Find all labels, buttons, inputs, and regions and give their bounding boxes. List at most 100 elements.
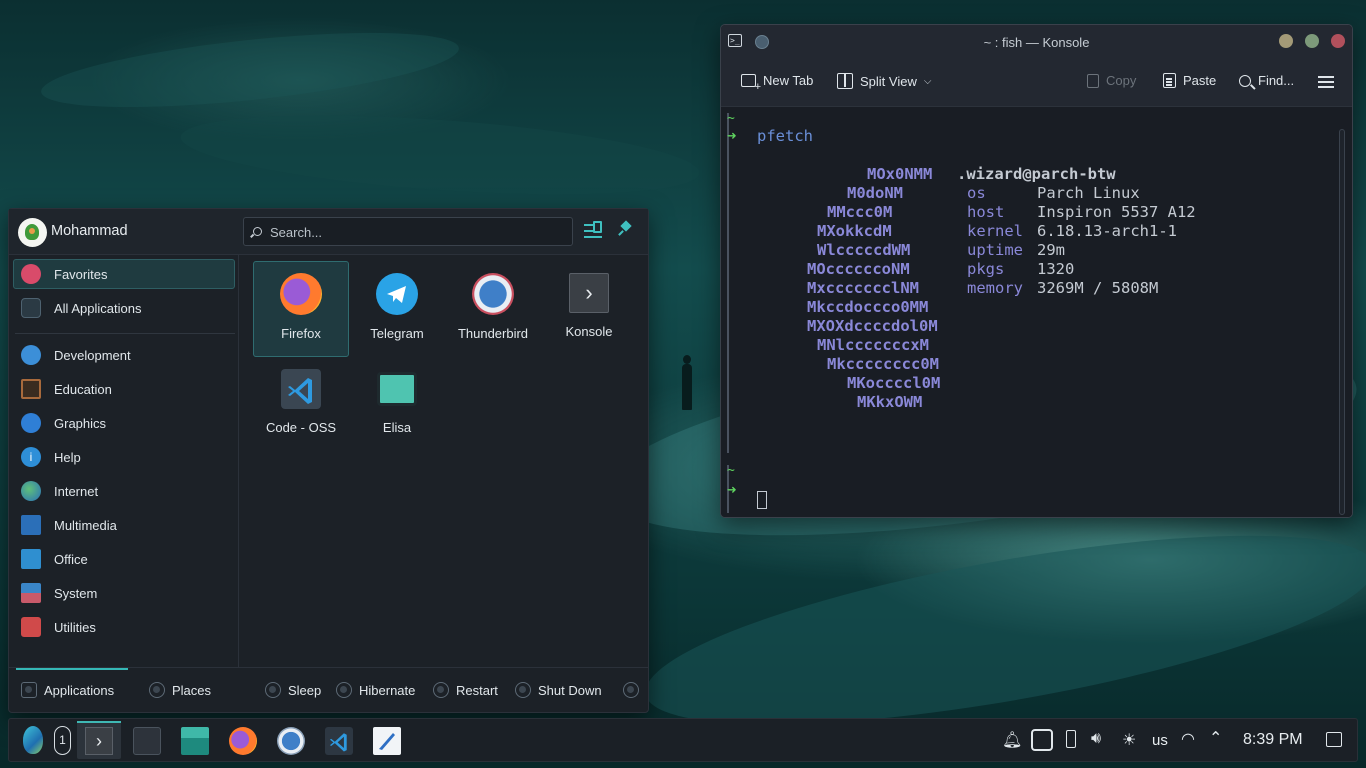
title-bar[interactable]: >_ ~ : fish — Konsole: [721, 25, 1352, 59]
info-value: 3269M / 5808M: [1037, 279, 1159, 297]
configure-icon[interactable]: [584, 221, 602, 233]
split-view-label: Split View: [860, 73, 917, 89]
task-code-oss[interactable]: [317, 721, 361, 759]
split-view-button[interactable]: Split View ⌵: [837, 73, 931, 89]
app-telegram[interactable]: Telegram: [349, 261, 445, 357]
tab-applications[interactable]: Applications: [21, 682, 114, 698]
konsole-window[interactable]: >_ ~ : fish — Konsole New Tab Split View…: [720, 24, 1353, 518]
show-desktop-icon[interactable]: [1326, 732, 1342, 747]
logo-line: MMccc0M: [827, 203, 893, 221]
task-writer[interactable]: [365, 721, 409, 759]
konsole-icon: ›: [85, 727, 113, 755]
task-files[interactable]: [173, 721, 217, 759]
palette-icon: [21, 413, 41, 433]
logo-line: WlcccccdWM: [817, 241, 911, 259]
firefox-icon: [280, 273, 322, 315]
copy-icon: [1087, 73, 1099, 88]
volume-icon[interactable]: 🔊︎: [1091, 730, 1101, 748]
copy-button[interactable]: Copy: [1087, 73, 1136, 88]
category-all-applications[interactable]: All Applications: [13, 293, 235, 323]
category-label: Multimedia: [54, 517, 117, 533]
category-label: Development: [54, 347, 131, 363]
notifications-icon[interactable]: 🔔︎: [1002, 730, 1022, 750]
category-internet[interactable]: Internet: [13, 476, 235, 506]
category-help[interactable]: i Help: [13, 442, 235, 472]
avatar[interactable]: [18, 218, 47, 247]
chalkboard-icon: [21, 379, 41, 399]
search-input[interactable]: [270, 223, 560, 241]
keyboard-layout[interactable]: us: [1152, 732, 1168, 749]
launcher-footer: Applications Places Sleep Hibernate Rest…: [9, 667, 648, 712]
info-label: uptime: [967, 241, 1023, 259]
restart-icon: [433, 682, 449, 698]
task-thunderbird[interactable]: [269, 721, 313, 759]
sleep-button[interactable]: Sleep: [265, 682, 321, 698]
find-button[interactable]: Find...: [1239, 73, 1294, 88]
app-thunderbird[interactable]: Thunderbird: [445, 261, 541, 357]
brightness-icon[interactable]: ☀: [1122, 730, 1136, 750]
app-elisa[interactable]: Elisa: [349, 357, 445, 453]
scrollbar[interactable]: [1339, 129, 1345, 515]
app-tray-icon[interactable]: [1031, 729, 1053, 751]
paste-button[interactable]: Paste: [1163, 73, 1216, 88]
logo-line: MxccccccclNM: [807, 279, 919, 297]
restart-button[interactable]: Restart: [433, 682, 498, 698]
restart-label: Restart: [456, 682, 498, 698]
app-label: Telegram: [370, 326, 424, 341]
prompt-dir: ~: [727, 111, 735, 126]
app-label: Code - OSS: [265, 420, 337, 435]
close-button[interactable]: [1331, 34, 1345, 48]
task-konsole[interactable]: ›: [77, 721, 121, 759]
writer-glyph: [379, 733, 395, 750]
category-label: Graphics: [54, 415, 107, 431]
user-host: .wizard@parch-btw: [957, 165, 1116, 183]
shutdown-button[interactable]: Shut Down: [515, 682, 602, 698]
toolbox-icon: [21, 617, 41, 637]
prompt-arrow: ➜: [727, 481, 737, 499]
hibernate-button[interactable]: Hibernate: [336, 682, 415, 698]
app-konsole[interactable]: › Konsole: [541, 261, 637, 357]
new-tab-button[interactable]: New Tab: [741, 73, 813, 93]
document-icon: [21, 549, 41, 569]
paste-icon: [1163, 73, 1176, 88]
divider: [15, 333, 235, 334]
new-tab-icon: [741, 74, 761, 93]
tab-places[interactable]: Places: [149, 682, 211, 698]
category-label: Help: [54, 449, 81, 465]
category-favorites[interactable]: Favorites: [13, 259, 235, 289]
category-multimedia[interactable]: Multimedia: [13, 510, 235, 540]
category-utilities[interactable]: Utilities: [13, 612, 235, 642]
task-firefox[interactable]: [221, 721, 265, 759]
thunderbird-icon: [472, 273, 514, 315]
logo-line: M0doNM: [847, 184, 903, 202]
wifi-icon[interactable]: ◠: [1181, 729, 1195, 749]
media-icon: [21, 515, 41, 535]
maximize-button[interactable]: [1305, 34, 1319, 48]
battery-icon[interactable]: [1066, 730, 1076, 748]
task-settings[interactable]: [125, 721, 169, 759]
category-development[interactable]: Development: [13, 340, 235, 370]
chevron-up-icon[interactable]: ⌃: [1209, 728, 1222, 748]
category-system[interactable]: System: [13, 578, 235, 608]
find-label: Find...: [1258, 73, 1295, 88]
leave-button[interactable]: [623, 682, 639, 698]
info-value: Parch Linux: [1037, 184, 1140, 202]
info-label: kernel: [967, 222, 1023, 240]
app-code-oss[interactable]: Code - OSS: [253, 357, 349, 453]
category-education[interactable]: Education: [13, 374, 235, 404]
search-field[interactable]: [243, 217, 573, 246]
logo-line: MOx0NMM: [867, 165, 933, 183]
clock[interactable]: 8:39 PM: [1243, 731, 1303, 749]
taskbar: 1 › 🔔︎ 🔊︎ ☀ us ◠ ⌃ 8:39 PM: [8, 718, 1358, 762]
launcher-button[interactable]: [11, 721, 55, 759]
minimize-button[interactable]: [1279, 34, 1293, 48]
category-office[interactable]: Office: [13, 544, 235, 574]
app-firefox[interactable]: Firefox: [253, 261, 349, 357]
workspace-switcher[interactable]: 1: [52, 721, 74, 759]
terminal-area[interactable]: ~ ➜ pfetch MOx0NMM M0doNM MMccc0M MXokkc…: [721, 107, 1352, 517]
pin-icon[interactable]: [619, 222, 632, 235]
hamburger-menu-icon[interactable]: [1318, 76, 1334, 78]
category-label: Utilities: [54, 619, 96, 635]
category-graphics[interactable]: Graphics: [13, 408, 235, 438]
hibernate-label: Hibernate: [359, 682, 416, 698]
